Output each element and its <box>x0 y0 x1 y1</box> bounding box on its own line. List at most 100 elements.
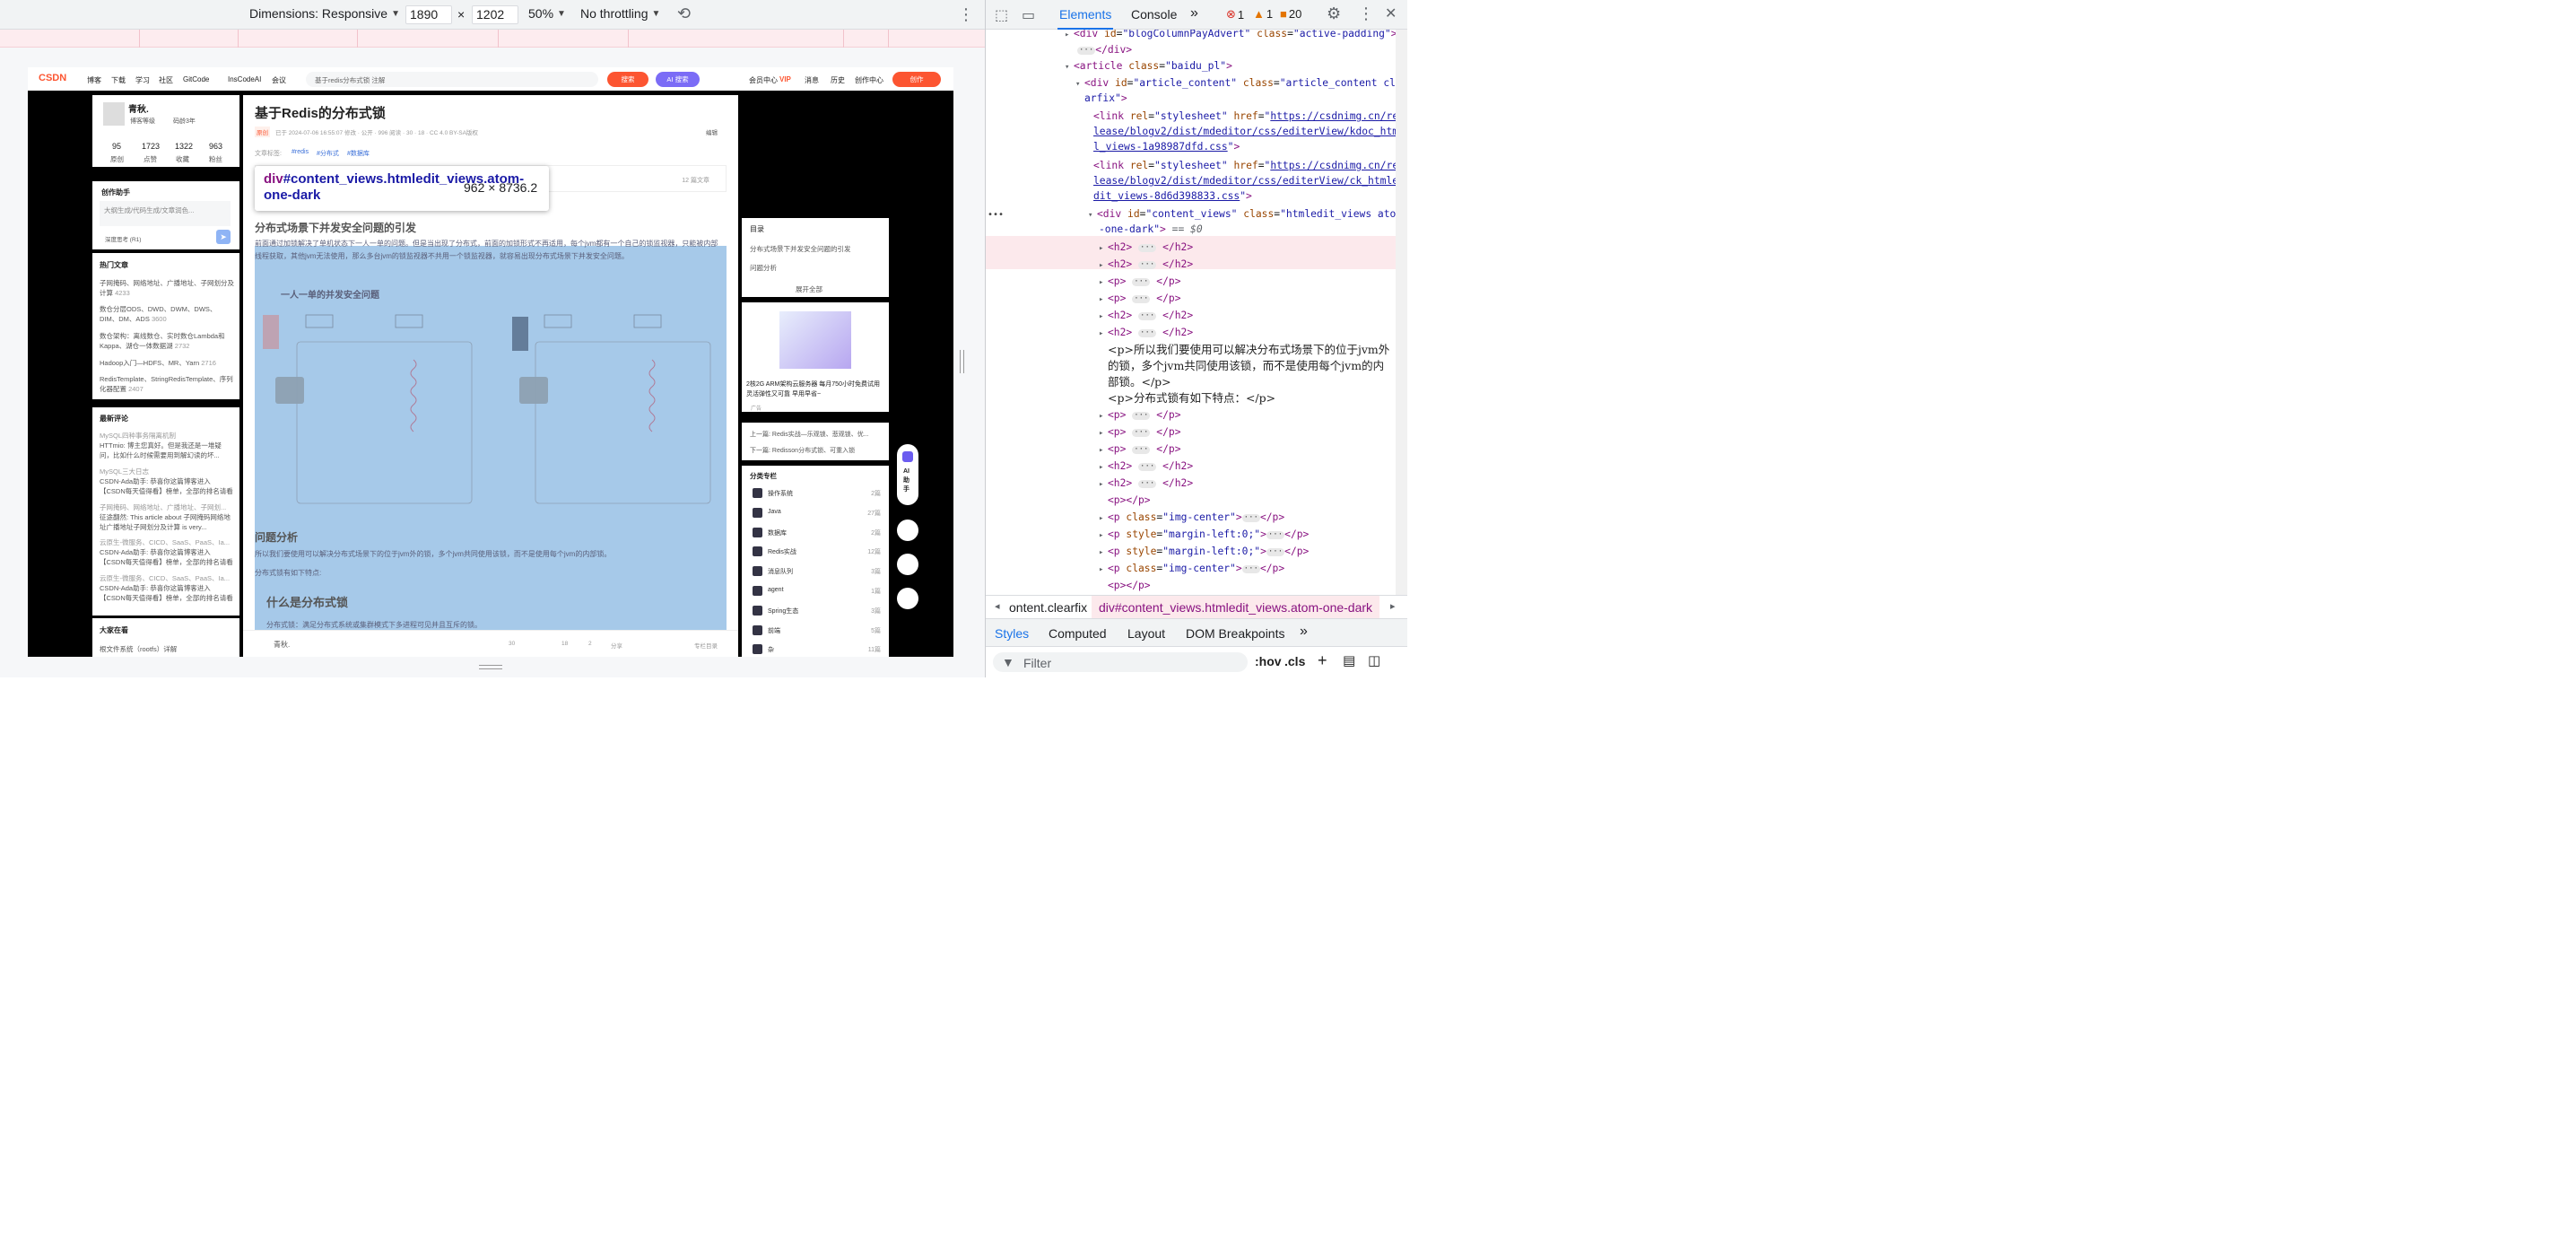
category-item[interactable]: agent 1篇 <box>751 585 881 598</box>
create-button[interactable]: 创作 <box>892 72 941 87</box>
share-button[interactable]: 分享 <box>611 641 622 650</box>
close-icon[interactable]: ✕ <box>1385 4 1397 22</box>
device-toggle-icon[interactable]: ▭ <box>1022 6 1035 24</box>
cls-toggle[interactable]: .cls <box>1284 654 1305 668</box>
scroll-left-icon[interactable]: ◂ <box>995 600 1000 612</box>
tab-dom-breakpoints[interactable]: DOM Breakpoints <box>1186 626 1284 641</box>
nav-inscode[interactable]: InsCodeAI <box>228 75 261 83</box>
ai-search-button[interactable]: AI 搜索 <box>656 72 700 87</box>
nav-community[interactable]: 社区 <box>159 75 173 85</box>
ad-text[interactable]: 2核2G ARM架构云服务器 每月750小时免费试用 灵活弹性又可靠 早用早省~ <box>746 380 885 399</box>
add-rule-icon[interactable]: + <box>1318 651 1327 670</box>
category-item[interactable]: 消息队列 3篇 <box>751 565 881 578</box>
scroll-right-icon[interactable]: ▸ <box>1390 600 1396 612</box>
comment-source[interactable]: 子网掩码、网络地址、广播地址、子网划... <box>100 502 234 512</box>
comment-count[interactable]: 2 <box>588 641 592 647</box>
category-item[interactable]: 数据库 2篇 <box>751 527 881 539</box>
nav-blog[interactable]: 博客 <box>87 75 101 85</box>
list-item[interactable]: 数仓分层ODS、DWD、DWM、DWS、DIM、DM、ADS 3600 <box>100 304 234 324</box>
tab-computed[interactable]: Computed <box>1049 626 1107 641</box>
toc-item[interactable]: 分布式场景下并发安全问题的引发 <box>750 244 851 254</box>
error-badge[interactable]: ⊗ 1 <box>1226 7 1244 22</box>
filter-input[interactable]: ▼ Filter <box>993 652 1248 672</box>
column-toc-button[interactable]: 专栏目录 <box>694 641 718 650</box>
toc-expand[interactable]: 展开全部 <box>796 284 822 294</box>
list-item[interactable]: 子网掩码、网络地址、广播地址、子网划分及计算 4233 <box>100 278 234 298</box>
sidebar-toggle-icon[interactable]: ◫ <box>1368 652 1380 668</box>
issues-badge[interactable]: ■ 20 <box>1280 7 1301 21</box>
dom-scrollbar[interactable] <box>1396 30 1407 595</box>
tag-distributed[interactable]: #分布式 <box>317 149 339 158</box>
gear-icon[interactable]: ⚙ <box>1327 4 1341 23</box>
csdn-logo[interactable]: CSDN <box>39 73 66 83</box>
breadcrumb-item[interactable]: ontent.clearfix <box>1009 600 1087 615</box>
send-icon[interactable]: ➤ <box>216 230 231 244</box>
comment-source[interactable]: 云原生-微服务、CICD、SaaS、PaaS、Ia... <box>100 573 234 583</box>
paint-icon[interactable]: ▤ <box>1343 652 1355 668</box>
nav-creator-center[interactable]: 创作中心 <box>855 75 883 85</box>
tab-styles[interactable]: Styles <box>995 626 1029 641</box>
category-item[interactable]: 前端 5篇 <box>751 624 881 637</box>
nav-gitcode[interactable]: GitCode <box>183 75 209 83</box>
dom-text-paragraph[interactable]: <p>分布式锁有如下特点：</p> <box>1108 390 1275 406</box>
more-tabs-icon[interactable]: » <box>1190 5 1198 22</box>
more-options-icon[interactable]: ⋮ <box>958 5 974 24</box>
like-count[interactable]: 30 <box>509 641 515 647</box>
comment-source[interactable]: 云原生-微服务、CICD、SaaS、PaaS、Ia... <box>100 537 234 547</box>
search-input[interactable]: 基于redis分布式锁 注解 <box>306 72 598 87</box>
assistant-input[interactable]: 大纲生成/代码生成/文章润色... <box>100 201 231 226</box>
list-item[interactable]: RedisTemplate、StringRedisTemplate、序列化器配置… <box>100 374 234 394</box>
list-item[interactable]: Hadoop入门—HDFS、MR、Yarn 2716 <box>100 358 234 368</box>
height-input[interactable]: 1202 <box>472 5 518 24</box>
breadcrumb-item-selected[interactable]: div#content_views.htmledit_views.atom-on… <box>1092 596 1380 618</box>
customer-service-icon[interactable] <box>897 588 918 609</box>
category-item[interactable]: Spring生态 3篇 <box>751 605 881 617</box>
resize-handle-bottom[interactable] <box>479 665 502 669</box>
category-item[interactable]: Java 27篇 <box>751 507 881 520</box>
author-name[interactable]: 青秋. <box>128 101 149 115</box>
avatar[interactable] <box>103 102 125 126</box>
prev-article[interactable]: 上一篇: Redis实战—乐观锁、悲观锁、优... <box>750 430 884 439</box>
throttling-dropdown[interactable]: No throttling ▼ <box>580 6 660 21</box>
more-tabs-icon[interactable]: » <box>1300 624 1308 640</box>
comment-source[interactable]: MySQL三大日志 <box>100 467 234 476</box>
search-button[interactable]: 搜索 <box>607 72 648 87</box>
width-input[interactable]: 1890 <box>405 5 452 24</box>
next-article[interactable]: 下一篇: Redisson分布式锁、可重入锁 <box>750 446 855 455</box>
tab-layout[interactable]: Layout <box>1127 626 1165 641</box>
category-item[interactable]: 操作系统 2篇 <box>751 487 881 500</box>
nav-meeting[interactable]: 会议 <box>272 75 286 85</box>
nav-download[interactable]: 下载 <box>111 75 126 85</box>
footer-author[interactable]: 青秋. <box>274 640 290 650</box>
collect-count[interactable]: 18 <box>561 641 568 647</box>
tag-database[interactable]: #数据库 <box>347 149 370 158</box>
comment-source[interactable]: MySQL四种事务隔离机制 <box>100 431 234 441</box>
toc-item[interactable]: 问题分析 <box>750 263 777 273</box>
warning-badge[interactable]: ▲ 1 <box>1253 7 1273 21</box>
zoom-dropdown[interactable]: 50% ▼ <box>528 6 566 21</box>
deep-think-toggle[interactable]: 深度思考 (R1) <box>105 234 141 243</box>
fullscreen-icon[interactable] <box>897 520 918 541</box>
list-item[interactable]: 数仓架构：离线数仓、实时数仓Lambda和Kappa、湖仓一体数据湖 2732 <box>100 331 234 351</box>
nav-learn[interactable]: 学习 <box>135 75 150 85</box>
edit-link[interactable]: 编辑 <box>706 127 718 136</box>
tab-console[interactable]: Console <box>1131 7 1177 22</box>
ai-helper-button[interactable]: AI 助手 <box>897 444 918 505</box>
inspect-element-icon[interactable]: ⬚ <box>995 6 1008 24</box>
resize-handle-right[interactable] <box>960 350 964 373</box>
list-item[interactable]: 根文件系统（rootfs）详解 <box>100 644 177 654</box>
dom-text-paragraph[interactable]: <p>所以我们要使用可以解决分布式场景下的位于jvm外的锁，多个jvm共同使用该… <box>1108 342 1393 390</box>
tag-redis[interactable]: #redis <box>292 149 309 155</box>
nav-history[interactable]: 历史 <box>831 75 845 85</box>
category-item[interactable]: Redis实战 12篇 <box>751 546 881 558</box>
dimensions-dropdown[interactable]: Dimensions: Responsive ▼ <box>249 6 400 21</box>
rotate-icon[interactable]: ⟲ <box>677 4 691 23</box>
hov-toggle[interactable]: :hov <box>1255 654 1282 668</box>
nav-messages[interactable]: 消息 <box>805 75 819 85</box>
category-item[interactable]: 杂 11篇 <box>751 643 881 656</box>
tab-elements[interactable]: Elements <box>1057 7 1114 30</box>
ad-image[interactable] <box>779 311 851 369</box>
mobile-icon[interactable] <box>897 554 918 575</box>
more-options-icon[interactable]: ⋮ <box>1358 4 1374 23</box>
nav-vip-center[interactable]: 会员中心 <box>749 75 778 85</box>
